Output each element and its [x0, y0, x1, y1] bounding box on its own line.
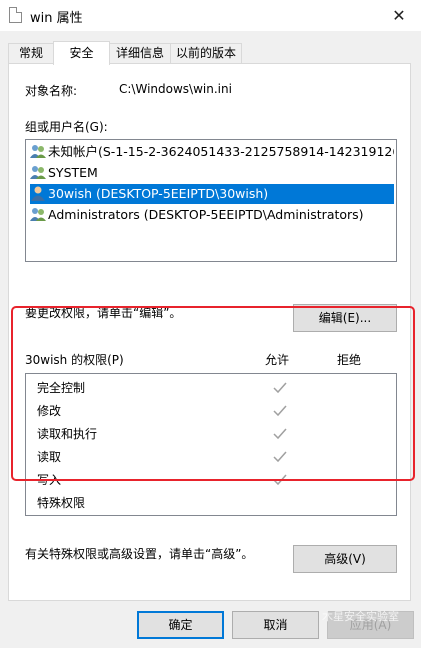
- allow-column-header: 允许: [265, 353, 290, 367]
- permissions-header: 30wish 的权限(P): [25, 353, 124, 367]
- window-title: win 属性: [30, 11, 83, 26]
- list-item-label: 未知帐户(S-1-15-2-3624051433-2125758914-1423…: [48, 144, 394, 159]
- users-listbox[interactable]: 未知帐户(S-1-15-2-3624051433-2125758914-1423…: [25, 139, 397, 262]
- tab-general[interactable]: 常规: [8, 43, 54, 64]
- permission-row-full-control: 完全控制: [37, 381, 86, 395]
- check-icon: [273, 428, 287, 440]
- groups-label: 组或用户名(G):: [25, 120, 108, 134]
- window-body: 常规 安全 详细信息 以前的版本 对象名称: C:\Windows\win.in…: [0, 31, 421, 648]
- user-group-icon: [30, 166, 46, 179]
- tab-details[interactable]: 详细信息: [109, 43, 171, 64]
- list-item-label: 30wish (DESKTOP-5EEIPTD\30wish): [48, 186, 269, 201]
- deny-column-header: 拒绝: [337, 353, 362, 367]
- list-item[interactable]: SYSTEM: [30, 163, 394, 183]
- watermark: 木星安全实验室: [322, 608, 399, 624]
- permission-row-read: 读取: [37, 450, 62, 464]
- user-group-icon: [30, 145, 46, 158]
- list-item[interactable]: 30wish (DESKTOP-5EEIPTD\30wish): [30, 184, 394, 204]
- list-item-label: Administrators (DESKTOP-5EEIPTD\Administ…: [48, 207, 364, 222]
- list-item-label: SYSTEM: [48, 165, 98, 180]
- check-icon: [273, 474, 287, 486]
- tab-previous-versions[interactable]: 以前的版本: [170, 43, 242, 64]
- file-icon: [9, 7, 22, 23]
- permission-row-read-execute: 读取和执行: [37, 427, 98, 441]
- user-icon: [31, 186, 45, 201]
- permissions-list[interactable]: 完全控制 修改 读取和执行 读取 写入 特殊权限: [25, 373, 397, 516]
- tab-security[interactable]: 安全: [53, 41, 110, 65]
- permission-row-write: 写入: [37, 473, 62, 487]
- ok-button[interactable]: 确定: [137, 611, 224, 639]
- watermark-text: 木星安全实验室: [322, 610, 399, 623]
- advanced-button[interactable]: 高级(V): [293, 545, 397, 573]
- permission-row-special: 特殊权限: [37, 496, 86, 510]
- check-icon: [273, 405, 287, 417]
- check-icon: [273, 382, 287, 394]
- list-item[interactable]: Administrators (DESKTOP-5EEIPTD\Administ…: [30, 205, 394, 225]
- permission-row-modify: 修改: [37, 404, 62, 418]
- close-button[interactable]: ✕: [377, 0, 421, 31]
- advanced-hint: 有关特殊权限或高级设置，请单击“高级”。: [25, 547, 254, 561]
- check-icon: [273, 451, 287, 463]
- object-name-label: 对象名称:: [25, 84, 78, 98]
- user-group-icon: [30, 208, 46, 221]
- edit-button[interactable]: 编辑(E)...: [293, 304, 397, 332]
- list-item[interactable]: 未知帐户(S-1-15-2-3624051433-2125758914-1423…: [30, 142, 394, 162]
- security-panel: 对象名称: C:\Windows\win.ini 组或用户名(G): 未知帐户(…: [8, 63, 411, 601]
- cancel-button[interactable]: 取消: [232, 611, 319, 639]
- edit-hint: 要更改权限，请单击“编辑”。: [25, 306, 182, 320]
- title-bar: win 属性 ✕: [0, 0, 421, 31]
- object-name-value: C:\Windows\win.ini: [119, 82, 232, 96]
